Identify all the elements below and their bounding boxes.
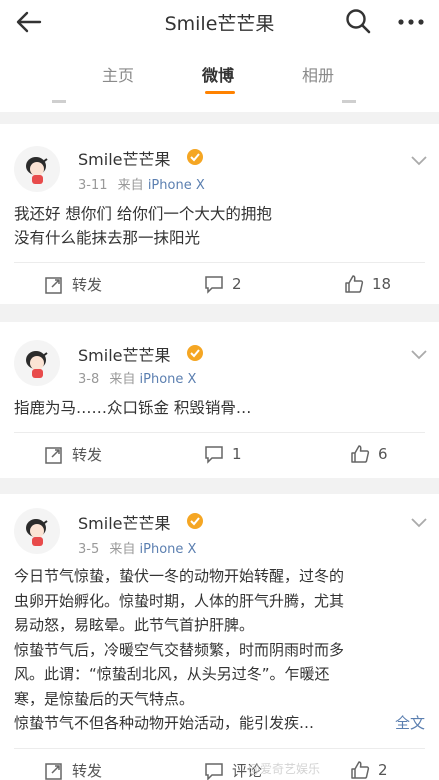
divider [14,262,425,263]
text-line: 易动怒，易眩晕。此节气首护肝脾。 [14,616,255,634]
text-line: 惊蛰节气不但各种动物开始活动，能引发疾… 全文 [14,711,429,736]
text-line: 虫卵开始孵化。惊蛰时期，人体的肝气升腾，尤其 [14,591,345,610]
post-source[interactable]: iPhone X [140,542,197,557]
avatar[interactable] [14,146,60,192]
post-card[interactable]: Smile芒芒果 3-5 来自 iPhone X 今日节气惊蛰，蛰伏一冬的动物开… [0,494,439,780]
page-title: Smile芒芒果 [164,13,275,35]
source-prefix: 来自 [109,372,136,387]
post-meta: 3-5 来自 iPhone X [78,538,196,557]
like-icon [351,445,370,463]
repost-icon [45,276,62,294]
text-line: 没有什么能抹去那一抹阳光 [14,229,201,247]
avatar[interactable] [14,340,60,386]
verified-badge-icon [186,512,204,530]
repost-label: 转发 [72,762,103,780]
like-button[interactable]: 18 [344,274,391,294]
like-icon [345,275,364,293]
profile-tabs: 主页 微博 相册 [0,44,439,100]
full-text-link[interactable]: 全文 [395,711,425,736]
watermark: @爱奇艺娱乐 [248,762,321,776]
verified-badge-icon [186,344,204,362]
repost-icon [45,446,62,464]
more-dots-icon[interactable] [396,8,426,36]
repost-label: 转发 [72,276,103,294]
chevron-down-icon[interactable] [410,346,428,360]
text-line: 惊蛰节气不但各种动物开始活动，能引发疾… [14,714,315,732]
comment-count: 1 [232,445,242,463]
tab-weibo[interactable]: 微博 [202,62,234,86]
tab-album[interactable]: 相册 [302,62,334,86]
post-meta: 3-8 来自 iPhone X [78,368,196,387]
like-icon [351,761,370,779]
divider [14,748,425,749]
like-count: 18 [372,275,392,293]
search-icon[interactable] [344,7,372,35]
divider [14,432,425,433]
repost-icon [45,762,62,780]
repost-label: 转发 [72,446,103,464]
post-text: 指鹿为马……众口铄金 积毁销骨… [14,396,429,420]
active-tab-indicator [205,91,235,94]
post-text: 我还好 想你们 给你们一个大大的拥抱 没有什么能抹去那一抹阳光 [14,202,429,250]
comment-count: 2 [232,275,242,293]
post-date: 3-11 [78,178,108,193]
text-line: 寒，是惊蛰后的天气特点。 [14,689,195,708]
text-line: 惊蛰节气后，冷暖空气交替频繁，时而阴雨时而多 [14,640,345,659]
post-card[interactable]: Smile芒芒果 3-8 来自 iPhone X 指鹿为马……众口铄金 积毁销骨… [0,322,439,478]
tab-home[interactable]: 主页 [102,62,134,86]
post-meta: 3-11 来自 iPhone X [78,174,205,193]
source-prefix: 来自 [109,542,136,557]
text-line: 风。此谓：“惊蛰刮北风，从头另过冬”。乍暖还 [14,665,330,683]
post-card[interactable]: Smile芒芒果 3-11 来自 iPhone X 我还好 想你们 给你们一个大… [0,124,439,304]
text-line: 今日节气惊蛰，蛰伏一冬的动物开始转醒，过冬的 [14,567,345,585]
username[interactable]: Smile芒芒果 [78,510,170,534]
like-count: 6 [378,445,388,463]
source-prefix: 来自 [117,178,144,193]
avatar[interactable] [14,508,60,554]
like-count: 2 [378,761,388,779]
text-line: 我还好 想你们 给你们一个大大的拥抱 [14,205,272,223]
post-source[interactable]: iPhone X [148,178,205,193]
post-date: 3-8 [78,372,100,387]
text-line: 指鹿为马……众口铄金 积毁销骨… [14,399,252,417]
username[interactable]: Smile芒芒果 [78,146,170,170]
comment-icon [205,446,223,464]
repost-button[interactable]: 转发 [44,760,102,780]
comment-icon [205,276,223,294]
post-source[interactable]: iPhone X [140,372,197,387]
repost-button[interactable]: 转发 [44,274,102,295]
like-button[interactable]: 2 [350,760,388,780]
comment-icon [205,762,223,780]
verified-badge-icon [186,148,204,166]
top-bar: Smile芒芒果 [0,0,439,44]
post-date: 3-5 [78,542,100,557]
username[interactable]: Smile芒芒果 [78,342,170,366]
post-text: 今日节气惊蛰，蛰伏一冬的动物开始转醒，过冬的 虫卵开始孵化。惊蛰时期，人体的肝气… [14,564,429,736]
previous-card-edge [0,100,439,112]
like-button[interactable]: 6 [350,444,388,464]
repost-button[interactable]: 转发 [44,444,102,465]
comment-button[interactable]: 1 [204,444,242,464]
chevron-down-icon[interactable] [410,514,428,528]
chevron-down-icon[interactable] [410,152,428,166]
comment-button[interactable]: 2 [204,274,242,294]
